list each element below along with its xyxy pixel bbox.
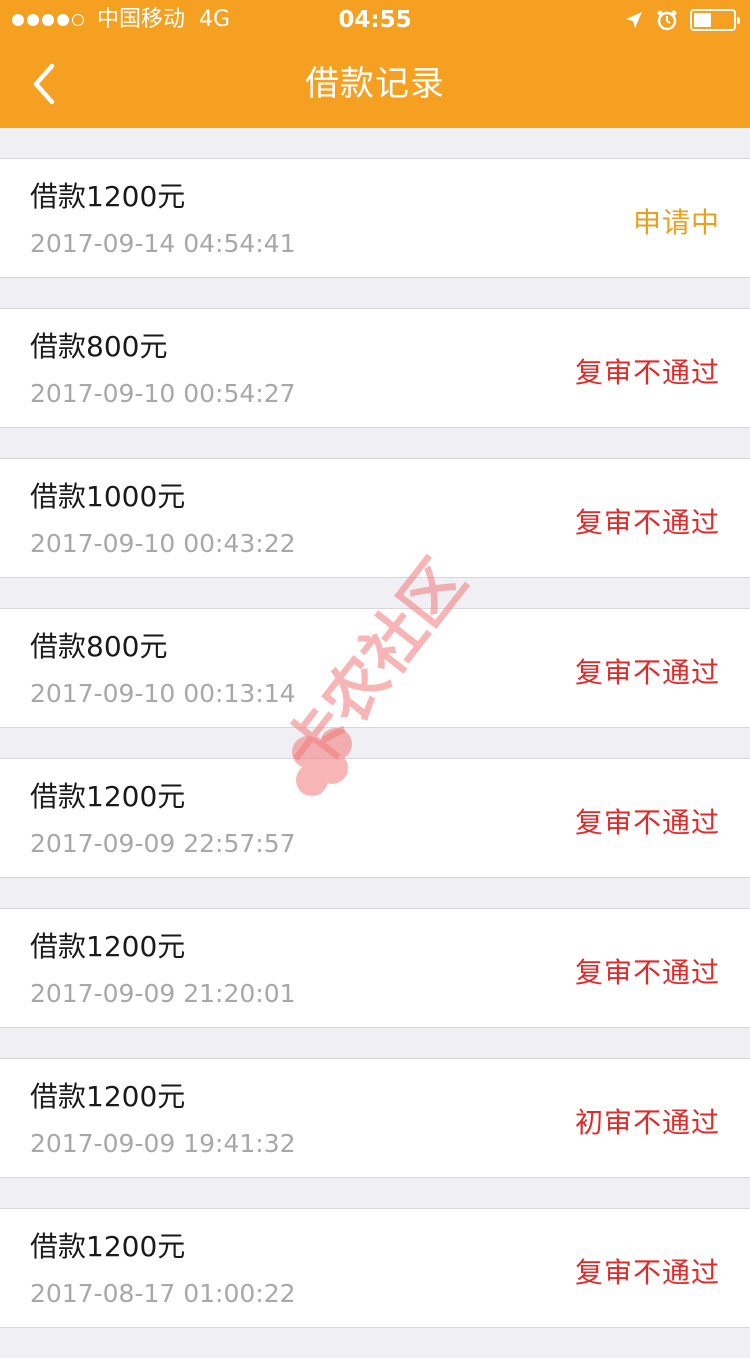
loan-amount-label: 借款1000元 — [30, 480, 186, 513]
loan-status-label: 复审不通过 — [574, 806, 720, 839]
loan-timestamp: 2017-09-10 00:54:27 — [30, 379, 296, 408]
loan-record-row[interactable]: 借款1000元 2017-09-10 00:43:22 复审不通过 — [0, 458, 750, 578]
loan-record-row[interactable]: 借款1200元 2017-09-09 19:41:32 初审不通过 — [0, 1058, 750, 1178]
loan-status-label: 复审不通过 — [574, 656, 720, 689]
battery-level-fill — [694, 13, 712, 27]
status-bar-right — [612, 0, 740, 40]
loan-status-label: 复审不通过 — [574, 506, 720, 539]
loan-timestamp: 2017-09-10 00:43:22 — [30, 529, 296, 558]
loan-status-label: 复审不通过 — [574, 356, 720, 389]
page-title: 借款记录 — [305, 64, 445, 104]
loan-status-label: 申请中 — [632, 206, 720, 239]
battery-icon — [690, 9, 740, 31]
loan-status-label: 初审不通过 — [574, 1106, 720, 1139]
loan-amount-label: 借款1200元 — [30, 780, 186, 813]
loan-timestamp: 2017-09-10 00:13:14 — [30, 679, 296, 708]
loan-amount-label: 借款800元 — [30, 630, 168, 663]
loan-amount-label: 借款800元 — [30, 330, 168, 363]
loan-timestamp: 2017-09-09 22:57:57 — [30, 829, 296, 858]
header: 中国移动 4G 04:55 借款记录 — [0, 0, 750, 128]
loan-amount-label: 借款1200元 — [30, 180, 186, 213]
loan-status-label: 复审不通过 — [574, 956, 720, 989]
loan-timestamp: 2017-09-09 21:20:01 — [30, 979, 296, 1008]
loan-timestamp: 2017-08-17 01:00:22 — [30, 1279, 296, 1308]
loan-timestamp: 2017-09-09 19:41:32 — [30, 1129, 296, 1158]
loan-record-row[interactable]: 借款800元 2017-09-10 00:13:14 复审不通过 — [0, 608, 750, 728]
status-bar: 中国移动 4G 04:55 — [0, 0, 750, 40]
loan-record-row[interactable]: 借款1200元 2017-09-09 22:57:57 复审不通过 — [0, 758, 750, 878]
loan-status-label: 复审不通过 — [574, 1256, 720, 1289]
nav-bar: 借款记录 — [0, 40, 750, 128]
alarm-clock-icon — [657, 10, 677, 31]
loan-record-row[interactable]: 借款1200元 2017-09-14 04:54:41 申请中 — [0, 158, 750, 278]
loan-amount-label: 借款1200元 — [30, 1080, 186, 1113]
location-arrow-icon — [626, 12, 642, 28]
loan-record-list: 借款1200元 2017-09-14 04:54:41 申请中借款800元 2017-… — [0, 158, 750, 1358]
loan-record-row[interactable]: 借款800元 2017-09-10 00:54:27 复审不通过 — [0, 308, 750, 428]
loan-record-row[interactable]: 借款1200元 2017-09-09 21:20:01 复审不通过 — [0, 908, 750, 1028]
loan-record-row[interactable]: 借款1200元 2017-08-17 01:00:22 复审不通过 — [0, 1208, 750, 1328]
loan-amount-label: 借款1200元 — [30, 930, 186, 963]
loan-timestamp: 2017-09-14 04:54:41 — [30, 229, 296, 258]
loan-amount-label: 借款1200元 — [30, 1230, 186, 1263]
